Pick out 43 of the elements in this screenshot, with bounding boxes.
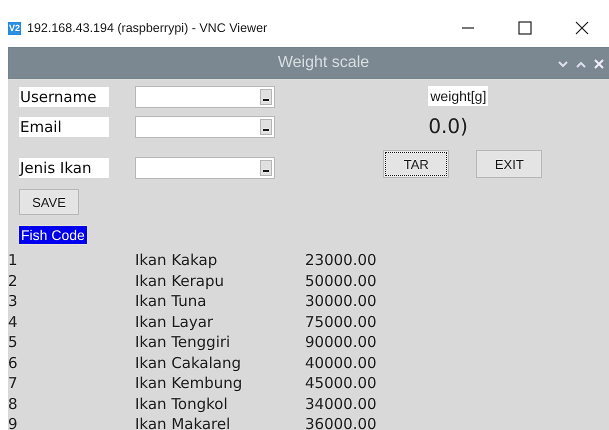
code-cell-text: 3: [8, 291, 19, 312]
weight-reading: 0.0): [428, 114, 468, 138]
field-label: Jenis Ikan: [19, 158, 109, 178]
window-title: 192.168.43.194 (raspberrypi) - VNC Viewer: [27, 21, 268, 35]
price-cell: 34000.00: [305, 394, 377, 414]
name-cell-text: Ikan Kembung: [135, 373, 244, 394]
name-cell-text: Ikan Tongkol: [135, 394, 229, 414]
code-cell-text: 1: [8, 250, 19, 270]
price-cell: 45000.00: [305, 373, 377, 394]
name-cell-text: Ikan Layar: [135, 312, 214, 332]
code-cell-text: 5: [8, 332, 19, 352]
app-logo: V2: [8, 22, 22, 34]
price-cell: 90000.00: [305, 332, 377, 352]
price-cell: 36000.00: [305, 414, 377, 430]
name-cell-text: Ikan Tuna: [135, 291, 208, 312]
app-title: Weight scale: [278, 54, 370, 72]
list-heading: Fish Code: [19, 226, 87, 244]
price-cell: 30000.00: [305, 291, 377, 312]
code-cell-text: 8: [8, 394, 19, 414]
code-cell-text: 6: [8, 352, 19, 373]
exit-button[interactable]: EXIT: [476, 150, 542, 178]
code-cell-text: 7: [8, 373, 19, 394]
field-label: Email: [19, 117, 109, 137]
weight-label: weight[g]: [428, 86, 488, 106]
field-label: Username: [19, 87, 109, 107]
code-cell-text: 9: [8, 414, 19, 430]
save-button[interactable]: SAVE: [19, 189, 79, 215]
name-cell-text: Ikan Makarel: [135, 414, 232, 430]
code-cell-text: 4: [8, 312, 19, 332]
name-cell-text: Ikan Cakalang: [135, 352, 242, 373]
close-icon[interactable]: [575, 21, 589, 35]
price-cell: 50000.00: [305, 270, 377, 291]
price-cell: 23000.00: [305, 250, 377, 270]
code-cell-text: 2: [8, 270, 19, 291]
price-cell: 75000.00: [305, 312, 377, 332]
name-cell-text: Ikan Kakap: [135, 250, 218, 270]
price-cell: 40000.00: [305, 352, 377, 373]
name-cell-text: Ikan Kerapu: [135, 270, 226, 291]
tare-button[interactable]: TAR: [383, 150, 450, 178]
maximize-icon[interactable]: [518, 21, 532, 35]
chevron-up-icon[interactable]: [576, 60, 586, 68]
chevron-down-icon[interactable]: [558, 60, 568, 68]
name-cell-text: Ikan Tenggiri: [135, 332, 232, 352]
